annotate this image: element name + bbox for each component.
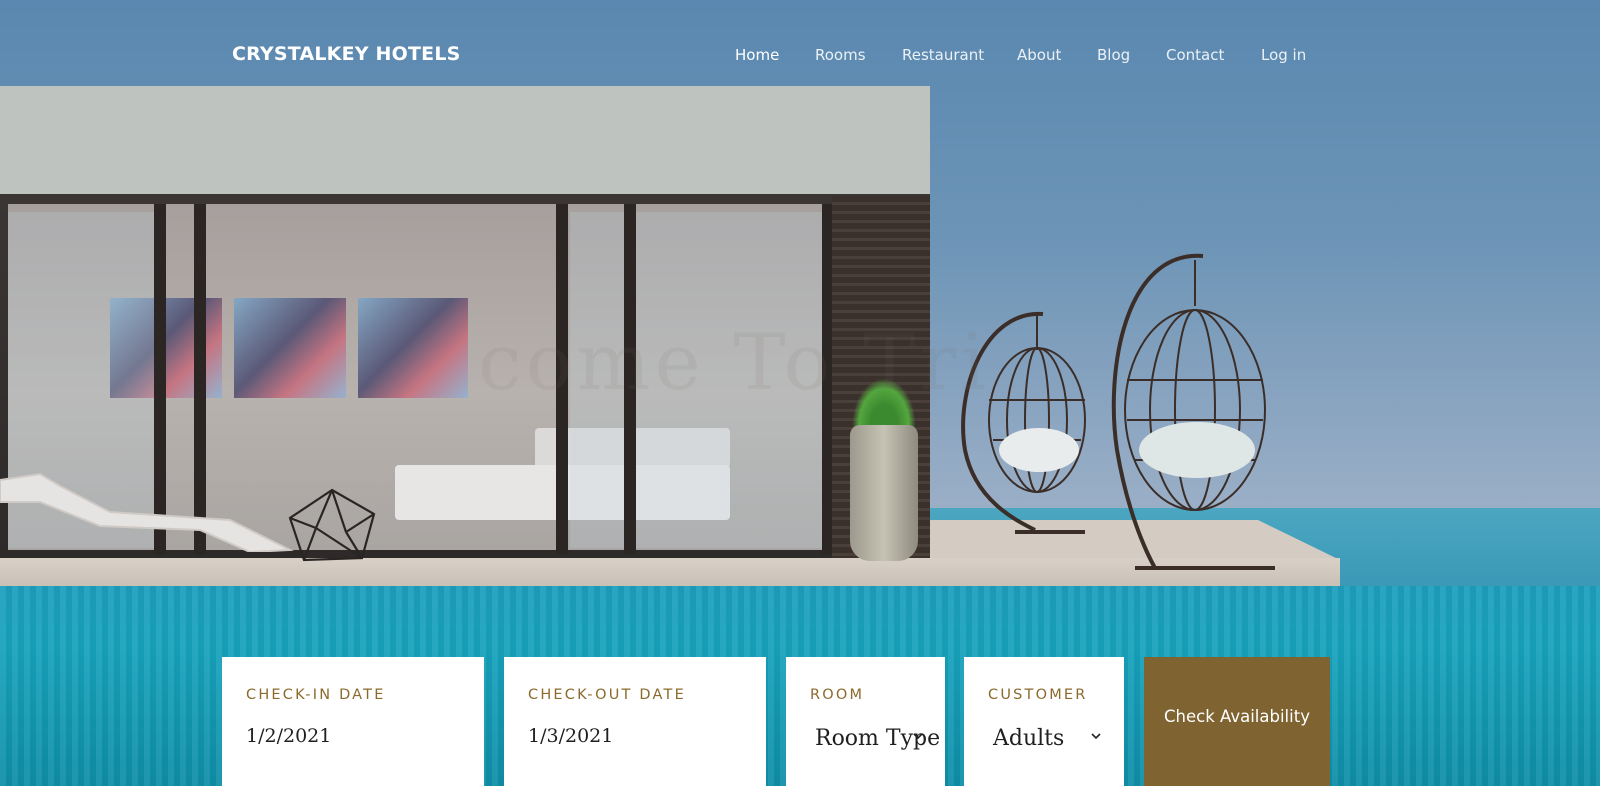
nav-login-link[interactable]: Log in — [1261, 46, 1306, 64]
checkout-date-label: CHECK-OUT DATE — [528, 687, 686, 703]
sun-lounger — [0, 472, 294, 552]
customer-value[interactable]: Adults — [993, 726, 1064, 751]
house-roof — [0, 86, 930, 194]
wall-painting — [358, 298, 468, 398]
checkout-date-field[interactable]: CHECK-OUT DATE 1/3/2021 — [504, 657, 766, 786]
customer-select[interactable]: CUSTOMER Adults — [964, 657, 1124, 786]
checkin-date-label: CHECK-IN DATE — [246, 687, 386, 703]
room-type-select[interactable]: ROOM Room Type — [786, 657, 945, 786]
main-nav: Home Rooms Restaurant About Blog Contact… — [0, 46, 1600, 68]
customer-label: CUSTOMER — [988, 687, 1088, 703]
check-availability-button[interactable]: Check Availability — [1144, 657, 1330, 786]
nav-restaurant-link[interactable]: Restaurant — [902, 46, 984, 64]
nav-contact-link[interactable]: Contact — [1166, 46, 1224, 64]
wall-painting — [234, 298, 346, 398]
hanging-egg-chairs — [961, 253, 1275, 570]
checkin-date-value[interactable]: 1/2/2021 — [246, 725, 331, 747]
checkin-date-field[interactable]: CHECK-IN DATE 1/2/2021 — [222, 657, 484, 786]
room-label: ROOM — [810, 687, 865, 703]
nav-blog-link[interactable]: Blog — [1097, 46, 1130, 64]
geometric-sculpture — [288, 488, 376, 562]
chevron-down-icon[interactable] — [1090, 730, 1102, 742]
hero-faint-heading: come To Tri — [478, 318, 990, 408]
top-navigation-bar: CRYSTALKEY HOTELS Home Rooms Restaurant … — [0, 0, 1600, 86]
nav-about-link[interactable]: About — [1017, 46, 1061, 64]
nav-rooms-link[interactable]: Rooms — [815, 46, 866, 64]
planter — [850, 425, 918, 561]
checkout-date-value[interactable]: 1/3/2021 — [528, 725, 613, 747]
nav-home-link[interactable]: Home — [735, 46, 779, 64]
chevron-down-icon[interactable] — [912, 730, 924, 742]
